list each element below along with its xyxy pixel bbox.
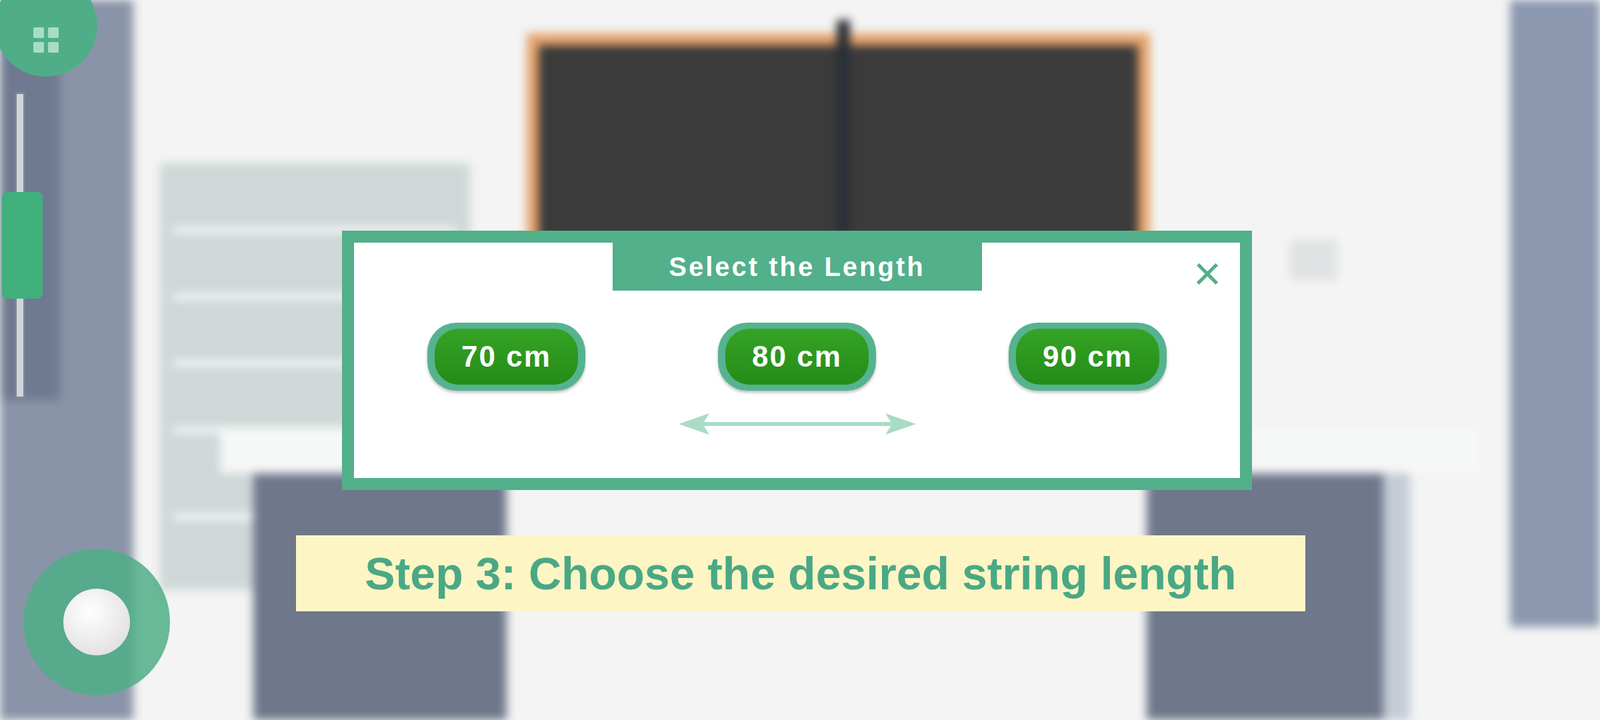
length-option[interactable]: 70 cm — [427, 322, 586, 391]
length-options: 70 cm 80 cm 90 cm — [354, 322, 1240, 391]
joystick[interactable] — [23, 548, 170, 696]
option-label: 90 cm — [1016, 328, 1160, 385]
right-wall — [1510, 0, 1600, 627]
slider-thumb[interactable] — [2, 192, 43, 299]
table-post — [1383, 466, 1410, 720]
option-label: 80 cm — [725, 328, 869, 385]
option-label: 70 cm — [434, 328, 578, 385]
length-option[interactable]: 90 cm — [1008, 322, 1167, 391]
length-option[interactable]: 80 cm — [718, 322, 876, 391]
joystick-knob[interactable] — [63, 588, 130, 656]
dialog-title: Select the Length — [612, 242, 982, 291]
side-slider[interactable] — [14, 92, 26, 399]
instruction-banner: Step 3: Choose the desired string length — [296, 535, 1306, 612]
length-dialog: Select the Length × 70 cm 80 cm 90 cm — [342, 230, 1252, 490]
lab-stage: Select the Length × 70 cm 80 cm 90 cm Step… — [0, 0, 1600, 720]
close-button[interactable]: × — [1189, 249, 1226, 298]
grid-icon — [32, 26, 60, 54]
pendulum-stand — [836, 20, 850, 234]
wall-switch — [1290, 240, 1337, 280]
swipe-arrow-icon — [678, 410, 916, 438]
